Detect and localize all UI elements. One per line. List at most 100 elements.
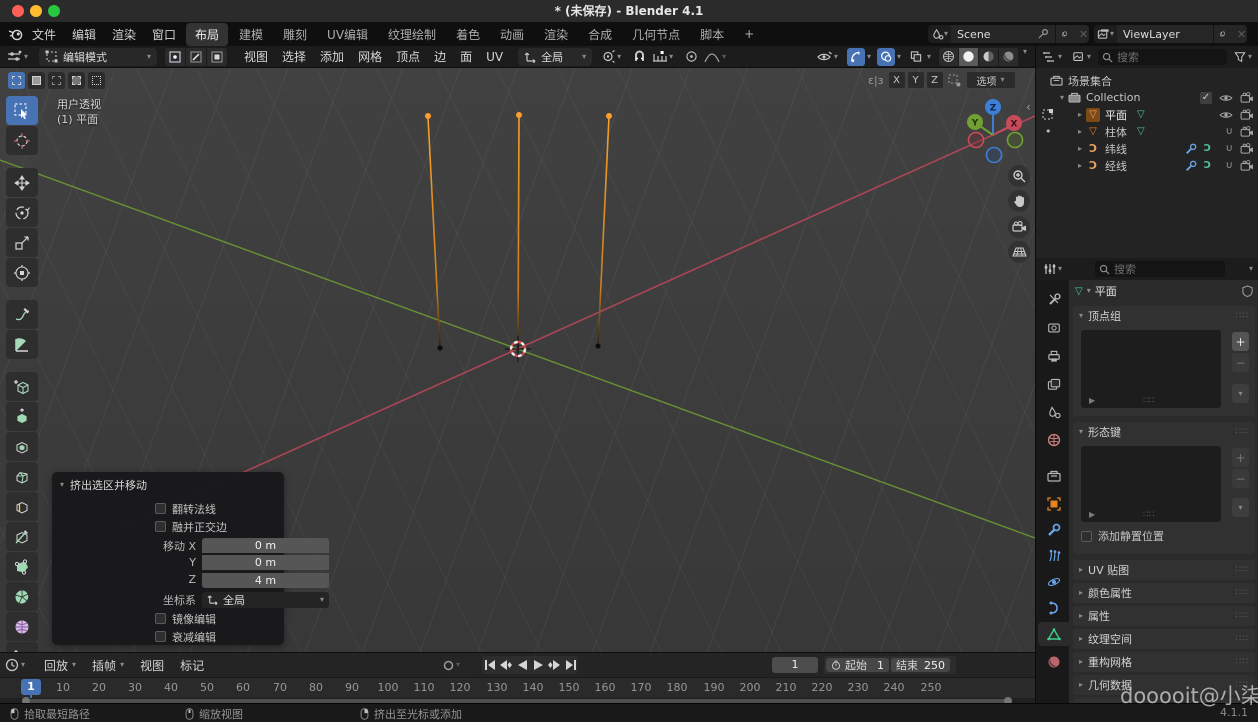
rotate-tool[interactable] [6, 198, 38, 227]
shape-keys-list[interactable]: ▶ ∷∷ [1081, 446, 1221, 522]
blender-logo-icon[interactable] [8, 27, 24, 41]
workspace-tab-geometrynodes[interactable]: 几何节点 [623, 23, 689, 46]
panel-remesh[interactable]: ▸重构网格∷∷ [1073, 652, 1255, 672]
menu-vertex[interactable]: 顶点 [389, 46, 427, 67]
gizmo-toggle-button[interactable] [847, 48, 865, 66]
disable-in-render-icon[interactable] [1240, 125, 1254, 139]
flip-normals-checkbox[interactable] [155, 503, 166, 514]
knife-tool[interactable] [6, 522, 38, 551]
pivot-point-dropdown[interactable]: ▾ [598, 48, 624, 66]
drag-grip-icon[interactable]: ∷∷ [1236, 311, 1249, 321]
overlays-dropdown[interactable]: ▾ [897, 53, 901, 61]
outliner-object-row-latitude[interactable]: ▸ Ɔ 纬线 Ɔ ∪ [1036, 140, 1258, 157]
panel-attributes[interactable]: ▸属性∷∷ [1073, 606, 1255, 626]
workspace-tab-scripting[interactable]: 脚本 [691, 23, 733, 46]
mac-minimize-button[interactable] [30, 5, 42, 17]
tweak-select-tool[interactable] [6, 96, 38, 125]
workspace-add-button[interactable]: + [735, 24, 763, 44]
start-frame-field[interactable]: 起始 1 [826, 658, 889, 672]
menu-uv[interactable]: UV [479, 48, 510, 66]
select-mode-set-icon[interactable] [8, 72, 25, 89]
collection-row[interactable]: ▾ Collection ✓ [1036, 89, 1258, 106]
remove-vertex-group-button[interactable]: − [1232, 353, 1249, 372]
workspace-tab-sculpting[interactable]: 雕刻 [274, 23, 316, 46]
menu-edge[interactable]: 边 [427, 46, 453, 67]
hidden-eye-icon[interactable]: ∪ [1226, 143, 1233, 154]
menu-mesh[interactable]: 网格 [351, 46, 389, 67]
rest-position-checkbox[interactable] [1081, 531, 1092, 542]
next-keyframe-button[interactable] [546, 656, 562, 674]
bevel-tool[interactable] [6, 462, 38, 491]
wireframe-shading-button[interactable] [939, 48, 958, 66]
properties-editor-type-dropdown[interactable]: ▾ [1040, 260, 1065, 278]
snap-toggle-button[interactable] [630, 48, 649, 66]
mac-close-button[interactable] [12, 5, 24, 17]
outliner-object-row-cylinder[interactable]: • ▸ ▽ 柱体 ▽ ∪ [1036, 123, 1258, 140]
poly-build-tool[interactable] [6, 552, 38, 581]
loop-cut-tool[interactable] [6, 492, 38, 521]
toggle-ortho-button[interactable] [1008, 241, 1030, 263]
expand-icon[interactable]: ▸ [1078, 145, 1082, 153]
hide-in-viewport-icon[interactable] [1219, 108, 1233, 122]
viewlayer-new-copy-button[interactable] [1213, 25, 1231, 43]
move-z-field[interactable]: 4 m [202, 573, 329, 588]
menu-playback[interactable]: 回放▾ [36, 655, 84, 676]
operator-panel-header[interactable]: ▾ 挤出选区并移动 [52, 472, 284, 498]
menu-add[interactable]: 添加 [313, 46, 351, 67]
cursor-tool[interactable] [6, 126, 38, 155]
disable-in-render-icon[interactable] [1240, 159, 1254, 173]
end-frame-field[interactable]: 结束 250 [891, 658, 950, 672]
rendered-shading-button[interactable] [999, 48, 1018, 66]
menu-face[interactable]: 面 [453, 46, 479, 67]
panel-uv-maps[interactable]: ▸UV 贴图∷∷ [1073, 560, 1255, 580]
viewlayer-dropdown-button[interactable]: ▾ [1094, 25, 1117, 43]
xray-dropdown[interactable]: ▾ [927, 53, 931, 61]
collapse-icon[interactable]: ▾ [1060, 94, 1064, 102]
add-shape-key-button[interactable]: + [1232, 448, 1249, 467]
tab-constraints[interactable] [1038, 596, 1069, 620]
list-resize-grip-icon[interactable]: ∷∷ [1143, 510, 1154, 520]
viewport-options-dropdown[interactable]: 选项▾ [967, 72, 1015, 88]
mirror-x-button[interactable]: X [889, 72, 905, 88]
outliner-editor-type-dropdown[interactable]: ▾ [1040, 48, 1065, 66]
solid-shading-button[interactable] [959, 48, 978, 66]
extrude-region-tool[interactable] [6, 402, 38, 431]
mirror-y-button[interactable]: Y [908, 72, 924, 88]
tab-particles[interactable] [1038, 544, 1069, 568]
face-select-button[interactable] [207, 48, 227, 66]
scene-name-field[interactable]: Scene [951, 25, 1055, 43]
rip-region-tool[interactable] [6, 642, 38, 652]
menu-timeline-view[interactable]: 视图 [132, 655, 172, 676]
scene-dropdown-button[interactable]: ▾ [928, 25, 951, 43]
3d-viewport[interactable]: ɛ|ɜ X Y Z 选项▾ 用户透视 (1) 平面 [0, 68, 1035, 652]
breadcrumb-dropdown[interactable]: ▾ [1087, 287, 1091, 295]
outliner-object-row-plane[interactable]: ▸ ▽ 平面 ▽ [1036, 106, 1258, 123]
tab-output[interactable] [1038, 344, 1069, 368]
symmetry-butterfly-icon[interactable]: ɛ|ɜ [868, 74, 884, 87]
scene-collection-row[interactable]: 场景集合 [1036, 72, 1258, 89]
workspace-tab-layout[interactable]: 布局 [186, 23, 228, 46]
dissolve-ortho-checkbox[interactable] [155, 521, 166, 532]
xray-toggle-button[interactable] [907, 48, 925, 66]
tab-world[interactable] [1038, 428, 1069, 452]
vertex-groups-list[interactable]: ▶ ∷∷ [1081, 330, 1221, 408]
menu-select[interactable]: 选择 [275, 46, 313, 67]
menu-render[interactable]: 渲染 [104, 23, 144, 46]
select-mode-invert-icon[interactable] [68, 72, 85, 89]
expand-icon[interactable]: ▸ [1078, 128, 1082, 136]
workspace-tab-texturepaint[interactable]: 纹理绘制 [379, 23, 445, 46]
properties-search-input[interactable] [1114, 263, 1174, 276]
collection-exclude-checkbox[interactable]: ✓ [1200, 92, 1212, 104]
proportional-falloff-dropdown[interactable]: ▾ [701, 48, 729, 66]
tab-modifiers[interactable] [1038, 518, 1069, 542]
tab-object-data[interactable] [1038, 622, 1069, 646]
panel-texture-space[interactable]: ▸纹理空间∷∷ [1073, 629, 1255, 649]
tab-object[interactable] [1038, 492, 1069, 516]
play-button[interactable] [530, 656, 546, 674]
list-resize-grip-icon[interactable]: ∷∷ [1143, 396, 1154, 406]
workspace-tab-rendering[interactable]: 渲染 [535, 23, 577, 46]
drag-grip-icon[interactable]: ∷∷ [1236, 427, 1249, 437]
snap-cursor-icon[interactable] [946, 72, 964, 88]
scale-tool[interactable] [6, 228, 38, 257]
workspace-tab-modeling[interactable]: 建模 [230, 23, 272, 46]
